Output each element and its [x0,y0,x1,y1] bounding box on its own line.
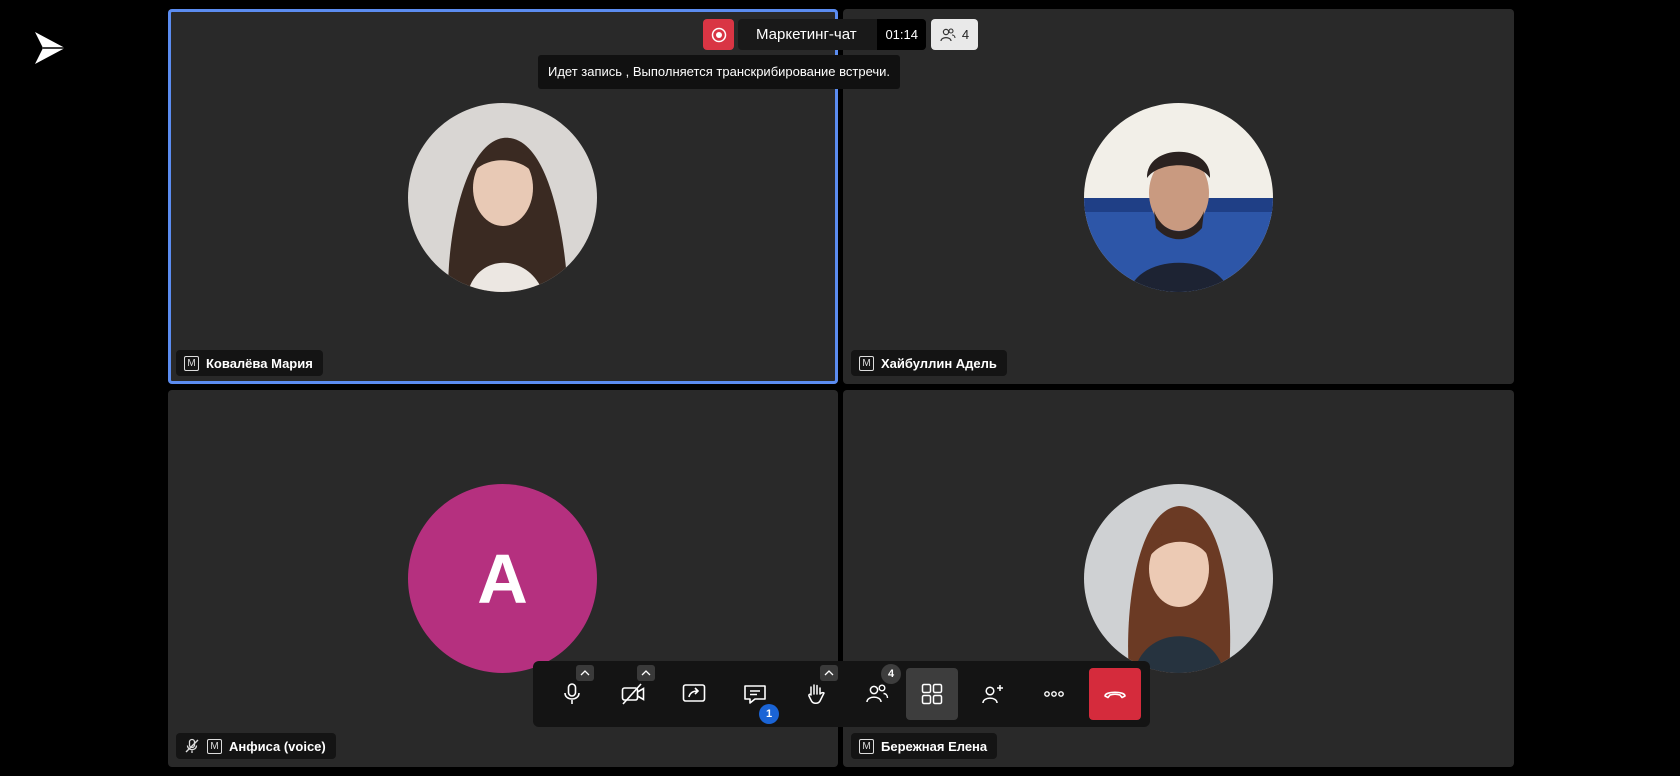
share-screen-button[interactable] [668,668,720,720]
participant-name-tag: M Хайбуллин Адель [851,350,1007,376]
participant-count: 4 [961,27,970,42]
microphone-icon [564,683,580,704]
chevron-up-icon [580,670,590,676]
participants-icon [940,27,956,41]
moderator-badge: M [859,738,874,754]
reactions-options-caret[interactable] [820,665,838,681]
share-screen-icon [682,684,706,702]
participant-name-tag: M Бережная Елена [851,733,998,759]
grid-view-icon [921,683,943,705]
participant-name: Ковалёва Мария [206,355,313,371]
meeting-timer: 01:14 [877,19,926,50]
chat-unread-badge: 1 [759,704,779,724]
invite-button[interactable] [967,668,1019,720]
chevron-up-icon [824,670,834,676]
moderator-badge: M [859,355,874,371]
app-logo-icon [35,32,65,64]
meeting-title: Маркетинг-чат [756,26,857,43]
add-person-icon [982,685,1003,704]
participants-icon [866,684,889,703]
hang-up-icon [1104,691,1126,699]
avatar-maria [408,103,597,292]
raise-hand-icon [808,684,825,704]
grid-view-button[interactable] [906,668,958,720]
more-button[interactable] [1028,668,1080,720]
avatar-elena [1084,484,1273,673]
recording-button[interactable] [703,19,734,50]
meeting-info: Маркетинг-чат 01:14 [738,19,926,50]
participant-name: Анфиса (voice) [229,738,326,754]
camera-off-icon [621,683,645,705]
recording-tooltip: Идет запись , Выполняется транскрибирова… [538,55,900,89]
participant-count-button[interactable]: 4 [931,19,978,50]
avatar-adel [1084,103,1273,292]
chat-icon [744,685,766,704]
moderator-badge: M [207,738,222,754]
mic-muted-icon [185,738,199,753]
participant-tile-adel[interactable]: M Хайбуллин Адель [843,9,1514,384]
end-call-button[interactable] [1089,668,1141,720]
participant-name-tag: M Анфиса (voice) [176,733,336,759]
microphone-options-caret[interactable] [576,665,594,681]
camera-options-caret[interactable] [637,665,655,681]
moderator-badge: M [184,355,199,371]
participant-name: Хайбуллин Адель [881,355,997,371]
record-icon [711,27,726,42]
meeting-toolbar: 1 4 [533,661,1150,727]
chevron-up-icon [641,670,651,676]
participants-count-badge: 4 [881,664,901,684]
participant-name: Бережная Елена [881,738,988,754]
more-icon [1044,691,1064,697]
avatar-initial-anfisa: A [408,484,597,673]
participant-name-tag: M Ковалёва Мария [176,350,323,376]
